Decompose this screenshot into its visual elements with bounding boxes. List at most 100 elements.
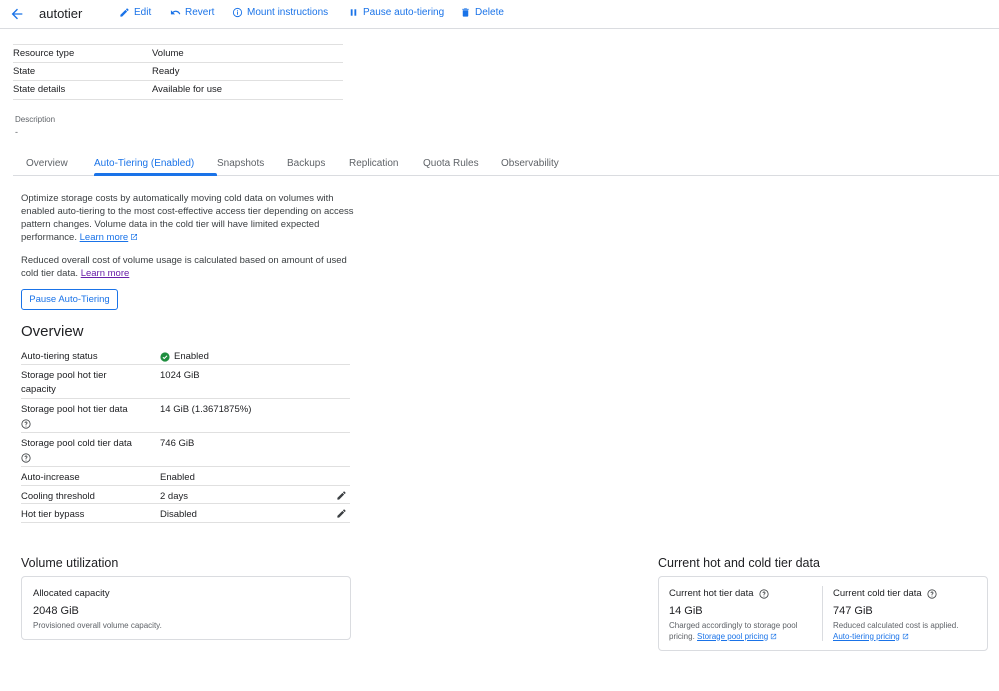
- cold-tier-sub: Reduced calculated cost is applied.: [833, 621, 959, 630]
- overview-key: Storage pool hot tier data: [21, 399, 160, 432]
- edit-label: Edit: [134, 7, 152, 18]
- hot-tier-value: 14 GiB: [669, 605, 703, 617]
- overview-table: Auto-tiering status Enabled Storage pool…: [21, 346, 350, 523]
- pause-auto-tiering-button[interactable]: Pause Auto-Tiering: [21, 289, 118, 310]
- external-link-icon: [902, 633, 908, 639]
- overview-key-text: Storage pool cold tier data: [21, 438, 132, 449]
- resource-details-table: Resource type Volume State Ready State d…: [13, 44, 343, 100]
- description-label: Description: [15, 115, 56, 124]
- details-value: Ready: [152, 65, 180, 77]
- details-key: State details: [13, 84, 66, 96]
- volume-utilization-title: Volume utilization: [21, 556, 119, 570]
- external-link-icon: [771, 633, 777, 639]
- tab-bar: Overview Auto-Tiering (Enabled) Snapshot…: [13, 151, 999, 176]
- overview-row: Hot tier bypass Disabled: [21, 504, 350, 523]
- delete-button[interactable]: Delete: [460, 7, 504, 18]
- tab-overview[interactable]: Overview: [26, 158, 68, 169]
- overview-key: Cooling threshold: [21, 490, 95, 502]
- overview-value: 2 days: [160, 490, 188, 502]
- page-header: autotier Edit Revert Mount instructions …: [0, 0, 999, 29]
- overview-key: Auto-tiering status: [21, 351, 98, 362]
- help-icon[interactable]: [21, 453, 31, 463]
- details-value: Volume: [152, 47, 184, 59]
- active-tab-indicator: [94, 173, 217, 176]
- learn-more-link-2[interactable]: Learn more: [81, 268, 130, 279]
- edit-hot-tier-bypass-pencil-icon[interactable]: [336, 508, 347, 519]
- overview-row: Auto-tiering status Enabled: [21, 346, 350, 365]
- overview-row: Storage pool hot tier capacity 1024 GiB: [21, 365, 350, 399]
- undo-icon: [170, 10, 181, 15]
- cold-tier-title: Current cold tier data: [833, 588, 922, 599]
- overview-value: 14 GiB (1.3671875%): [160, 404, 252, 415]
- tab-quota-rules[interactable]: Quota Rules: [423, 158, 479, 169]
- overview-value: Enabled: [160, 346, 350, 364]
- pause-icon: [350, 9, 357, 16]
- hot-tier-subtext: Charged accordingly to storage pool pric…: [669, 621, 809, 642]
- revert-label: Revert: [185, 7, 215, 18]
- overview-key: Auto-increase: [21, 472, 80, 483]
- pencil-icon: [120, 8, 129, 17]
- cost-paragraph: Reduced overall cost of volume usage is …: [21, 254, 355, 280]
- details-row: State Ready: [13, 63, 343, 81]
- help-icon[interactable]: [758, 588, 769, 599]
- cold-tier-subtext: Reduced calculated cost is applied. Auto…: [833, 621, 978, 642]
- allocated-capacity-card: Allocated capacity 2048 GiB Provisioned …: [21, 576, 351, 640]
- overview-value: Disabled: [160, 509, 197, 520]
- overview-row: Cooling threshold 2 days: [21, 486, 350, 504]
- overview-value: 1024 GiB: [160, 370, 200, 381]
- overview-key-text: Storage pool hot tier data: [21, 404, 128, 415]
- trash-icon: [462, 8, 469, 17]
- pause-label: Pause auto-tiering: [363, 7, 445, 18]
- details-key: State: [13, 65, 36, 77]
- overview-key: Storage pool cold tier data: [21, 433, 160, 466]
- external-link-icon: [131, 234, 138, 240]
- allocated-capacity-title: Allocated capacity: [33, 588, 110, 599]
- details-row: Resource type Volume: [13, 44, 343, 63]
- help-icon[interactable]: [21, 419, 31, 429]
- back-arrow-icon[interactable]: [9, 6, 25, 22]
- revert-button[interactable]: Revert: [170, 7, 214, 18]
- tier-data-title: Current hot and cold tier data: [658, 556, 820, 570]
- intro-paragraph: Optimize storage costs by automatically …: [21, 192, 355, 244]
- overview-row: Auto-increase Enabled: [21, 467, 350, 486]
- hot-tier-title: Current hot tier data: [669, 588, 754, 599]
- details-key: Resource type: [13, 47, 75, 59]
- cost-text: Reduced overall cost of volume usage is …: [21, 255, 347, 279]
- overview-row: Storage pool hot tier data 14 GiB (1.367…: [21, 399, 350, 433]
- hot-tier-block: Current hot tier data 14 GiB Charged acc…: [669, 588, 809, 642]
- overview-key: Storage pool hot tier capacity: [21, 370, 107, 395]
- description-value: -: [15, 127, 18, 137]
- learn-more-link[interactable]: Learn more: [80, 232, 129, 243]
- overview-value: 746 GiB: [160, 438, 195, 449]
- tab-replication[interactable]: Replication: [349, 158, 398, 169]
- tab-snapshots[interactable]: Snapshots: [217, 158, 264, 169]
- allocated-capacity-subtext: Provisioned overall volume capacity.: [33, 621, 162, 630]
- cold-tier-value: 747 GiB: [833, 605, 873, 617]
- status-value: Enabled: [174, 351, 209, 362]
- overview-key: Hot tier bypass: [21, 509, 85, 520]
- details-row: State details Available for use: [13, 81, 343, 100]
- help-icon[interactable]: [927, 588, 937, 599]
- edit-button[interactable]: Edit: [119, 7, 151, 18]
- tab-observability[interactable]: Observability: [501, 158, 559, 169]
- allocated-capacity-value: 2048 GiB: [33, 605, 79, 617]
- pause-auto-tiering-header-button[interactable]: Pause auto-tiering: [348, 7, 444, 18]
- mount-label: Mount instructions: [247, 7, 329, 18]
- mount-instructions-button[interactable]: Mount instructions: [232, 7, 328, 18]
- delete-label: Delete: [475, 7, 504, 18]
- hot-tier-title-row: Current hot tier data: [669, 588, 809, 599]
- cold-tier-title-row: Current cold tier data: [833, 588, 978, 599]
- card-divider: [822, 586, 823, 641]
- tab-auto-tiering[interactable]: Auto-Tiering (Enabled): [94, 158, 194, 169]
- edit-cooling-threshold-pencil-icon[interactable]: [336, 490, 347, 501]
- auto-tiering-pricing-link[interactable]: Auto-tiering pricing: [833, 632, 900, 641]
- page-title: autotier: [39, 6, 83, 21]
- overview-title: Overview: [21, 323, 84, 340]
- cold-tier-block: Current cold tier data 747 GiB Reduced c…: [833, 588, 978, 642]
- storage-pool-pricing-link[interactable]: Storage pool pricing: [697, 632, 768, 641]
- overview-row: Storage pool cold tier data 746 GiB: [21, 433, 350, 467]
- tab-backups[interactable]: Backups: [287, 158, 325, 169]
- info-icon: [232, 7, 243, 18]
- intro-text: Optimize storage costs by automatically …: [21, 193, 354, 243]
- tier-data-card: Current hot tier data 14 GiB Charged acc…: [658, 576, 988, 651]
